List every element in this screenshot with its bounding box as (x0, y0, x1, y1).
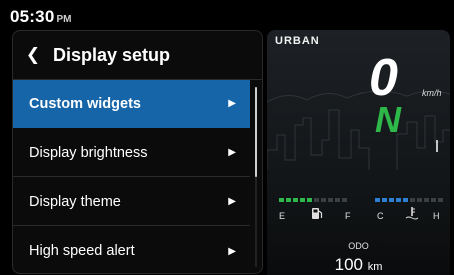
temp-gauge-segment (410, 198, 415, 202)
speed-value: 0 (369, 49, 398, 107)
fuel-gauge-segment (314, 198, 319, 202)
gear-indicator: N (375, 99, 401, 140)
menu-item-label: Custom widgets (29, 95, 141, 112)
menu-item-label: Display brightness (29, 144, 148, 161)
fuel-gauge-segment (307, 198, 312, 202)
temp-gauge-segment (389, 198, 394, 202)
odometer-unit: km (367, 261, 383, 273)
fuel-gauge-segment (335, 198, 340, 202)
chevron-right-icon: ▶ (228, 196, 236, 207)
page-title: Display setup (53, 44, 171, 65)
menu-item-display-theme[interactable]: Display theme ▶ (13, 178, 250, 226)
chevron-right-icon: ▶ (228, 245, 236, 257)
display-setup-panel: ❮ Display setup Custom widgets ▶ Display… (12, 30, 263, 274)
fuel-gauge-segment (286, 198, 291, 202)
chevron-left-icon: ❮ (25, 45, 41, 64)
scrollbar-thumb[interactable] (255, 87, 257, 177)
temp-cold-label: C (377, 211, 384, 221)
fuel-gauge-segment (293, 198, 298, 202)
temp-hot-label: H (433, 211, 440, 221)
menu-item-custom-widgets[interactable]: Custom widgets ▶ (13, 80, 250, 128)
temp-gauge-segment (438, 198, 443, 202)
temp-gauge-segment (382, 198, 387, 202)
cluster-preview: URBAN 0 km/h N E F C H ODO 100 km (267, 30, 450, 275)
fuel-gauge-segment (300, 198, 305, 202)
temp-gauge-segment (403, 198, 408, 202)
fuel-gauge-segment (342, 198, 347, 202)
status-bar: 05:30 PM (10, 7, 71, 27)
clock-ampm: PM (56, 14, 72, 25)
temp-gauge-segment (417, 198, 422, 202)
speed-unit: km/h (422, 88, 442, 98)
drive-mode-label: URBAN (275, 35, 320, 47)
panel-header: ❮ Display setup (13, 31, 262, 80)
temp-gauge-segment (424, 198, 429, 202)
fuel-pump-icon (311, 206, 323, 222)
clock-time: 05:30 (10, 7, 55, 26)
temp-gauge-segment (375, 198, 380, 202)
temp-gauge-segment (431, 198, 436, 202)
fuel-gauge-segment (321, 198, 326, 202)
odometer-number: 100 (334, 255, 363, 274)
chevron-right-icon: ▶ (228, 147, 236, 158)
fuel-full-label: F (345, 211, 351, 221)
fuel-empty-label: E (279, 211, 286, 221)
menu-item-label: High speed alert (29, 243, 135, 259)
menu-item-display-brightness[interactable]: Display brightness ▶ (13, 129, 250, 177)
chevron-right-icon: ▶ (228, 98, 236, 109)
temp-gauge-segment (396, 198, 401, 202)
fuel-gauge-segment (328, 198, 333, 202)
menu-item-high-speed-alert[interactable]: High speed alert ▶ (13, 227, 250, 273)
fuel-gauge-segment (279, 198, 284, 202)
coolant-temperature-icon (405, 206, 419, 222)
odometer-label: ODO (348, 241, 369, 251)
menu-item-label: Display theme (29, 193, 121, 210)
odometer-value: 100 km (267, 255, 450, 275)
back-button[interactable]: ❮ (13, 45, 53, 65)
